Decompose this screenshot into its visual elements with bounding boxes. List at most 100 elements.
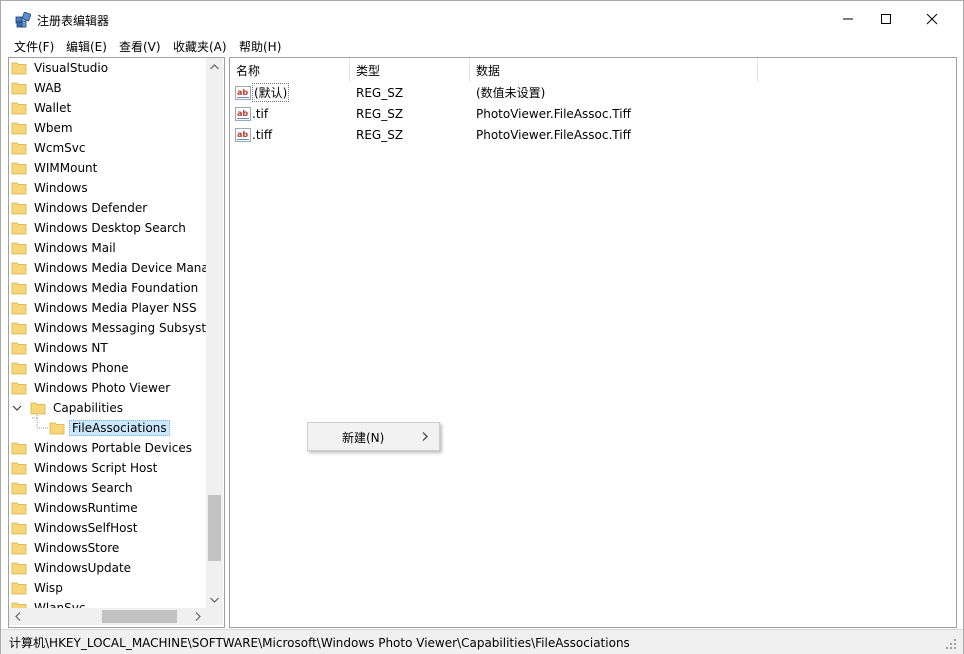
folder-open-icon (49, 422, 65, 435)
tree-item-windows-script-host[interactable]: Windows Script Host (11, 458, 206, 478)
folder-icon (11, 382, 27, 395)
menu-view[interactable]: 查看(V) (119, 38, 161, 55)
tree-item-label: Windows Defender (34, 201, 148, 215)
chevron-down-icon[interactable] (12, 403, 22, 413)
column-header-type[interactable]: 类型 (350, 58, 470, 82)
tree-item-windows[interactable]: Windows (11, 178, 206, 198)
tree-item-fileassociations[interactable]: FileAssociations (49, 418, 206, 438)
tree-item-label: Windows (34, 181, 88, 195)
scroll-down-arrow-icon[interactable] (206, 591, 223, 608)
tree-item-windows-nt[interactable]: Windows NT (11, 338, 206, 358)
tree-item-label: Windows Photo Viewer (34, 381, 171, 395)
minimize-icon (843, 18, 853, 19)
tree-item-label: WlanSvc (34, 601, 86, 608)
context-menu-new[interactable]: 新建(N) (342, 429, 384, 446)
tree-item-windows-messaging-subsystem[interactable]: Windows Messaging Subsystem (11, 318, 206, 338)
tree-item-wallet[interactable]: Wallet (11, 98, 206, 118)
tree-vertical-scrollbar[interactable] (206, 58, 223, 608)
tree-item-windows-mail[interactable]: Windows Mail (11, 238, 206, 258)
menu-file[interactable]: 文件(F) (14, 38, 54, 55)
menu-help[interactable]: 帮助(H) (239, 38, 281, 55)
tree-item-wlansvc[interactable]: WlanSvc (11, 598, 206, 608)
status-path: 计算机\HKEY_LOCAL_MACHINE\SOFTWARE\Microsof… (9, 636, 630, 650)
tree-item-label: WindowsStore (34, 541, 120, 555)
tree-item-windows-defender[interactable]: Windows Defender (11, 198, 206, 218)
tree-item-label: Capabilities (53, 401, 123, 415)
maximize-icon (881, 13, 891, 24)
tree-item-wbem[interactable]: Wbem (11, 118, 206, 138)
close-button[interactable] (909, 1, 955, 36)
tree-horizontal-scrollbar[interactable] (9, 608, 206, 625)
tree-item-label: Windows Script Host (34, 461, 158, 475)
folder-icon (11, 162, 27, 175)
column-header-label: 类型 (356, 63, 381, 78)
value-type-cell: REG_SZ (356, 127, 404, 142)
tree-item-label: Wbem (34, 121, 73, 135)
vertical-scroll-thumb[interactable] (208, 495, 221, 561)
resize-grip-icon[interactable] (945, 638, 957, 650)
string-value-icon: ab (235, 106, 251, 121)
folder-icon (11, 362, 27, 375)
column-header-data[interactable]: 数据 (470, 58, 758, 82)
registry-editor-window: 注册表编辑器 文件(F) 编辑(E) 查看(V) 收藏夹(A) 帮助(H) Vi… (0, 0, 964, 654)
context-menu: 新建(N) (307, 422, 440, 451)
folder-icon (11, 302, 27, 315)
scroll-right-arrow-icon[interactable] (189, 608, 206, 625)
tree-item-windows-search[interactable]: Windows Search (11, 478, 206, 498)
tree-item-wab[interactable]: WAB (11, 78, 206, 98)
tree-item-windowsupdate[interactable]: WindowsUpdate (11, 558, 206, 578)
tree-item-windows-media-player-nss[interactable]: Windows Media Player NSS (11, 298, 206, 318)
close-icon (926, 13, 938, 24)
tree-item-capabilities[interactable]: Capabilities (30, 398, 206, 418)
folder-icon (11, 342, 27, 355)
menu-bar: 文件(F) 编辑(E) 查看(V) 收藏夹(A) 帮助(H) (1, 36, 963, 56)
tree-item-windows-media-foundation[interactable]: Windows Media Foundation (11, 278, 206, 298)
folder-icon (30, 402, 46, 415)
column-header-name[interactable]: 名称 (230, 58, 350, 82)
tree-item-label: FileAssociations (69, 420, 170, 436)
registry-values-list[interactable]: 名称 类型 数据 ab (默认) REG_SZ (数值未设置) ab .tif … (229, 57, 957, 628)
value-row[interactable]: ab .tif REG_SZ PhotoViewer.FileAssoc.Tif… (230, 103, 956, 124)
tree-item-windowsruntime[interactable]: WindowsRuntime (11, 498, 206, 518)
submenu-arrow-icon (422, 432, 428, 441)
tree-item-windows-portable-devices[interactable]: Windows Portable Devices (11, 438, 206, 458)
tree-item-visualstudio[interactable]: VisualStudio (11, 58, 206, 78)
string-value-icon: ab (235, 85, 251, 100)
tree-item-wisp[interactable]: Wisp (11, 578, 206, 598)
tree-item-label: Windows Phone (34, 361, 129, 375)
tree-item-windowsselfhost[interactable]: WindowsSelfHost (11, 518, 206, 538)
tree-item-wcmsvc[interactable]: WcmSvc (11, 138, 206, 158)
title-bar[interactable]: 注册表编辑器 (1, 1, 963, 36)
tree-item-label: Windows Desktop Search (34, 221, 186, 235)
string-value-icon: ab (235, 127, 251, 142)
tree-item-label: Windows Media Foundation (34, 281, 199, 295)
value-type-cell: REG_SZ (356, 85, 404, 100)
tree-item-windows-phone[interactable]: Windows Phone (11, 358, 206, 378)
scroll-up-arrow-icon[interactable] (206, 58, 223, 75)
tree-item-label: Windows Mail (34, 241, 116, 255)
folder-icon (11, 262, 27, 275)
horizontal-scroll-thumb[interactable] (102, 610, 177, 623)
value-type-cell: REG_SZ (356, 106, 404, 121)
tree-item-windows-desktop-search[interactable]: Windows Desktop Search (11, 218, 206, 238)
value-row[interactable]: ab (默认) REG_SZ (数值未设置) (230, 82, 956, 103)
scroll-left-arrow-icon[interactable] (9, 608, 26, 625)
tree-item-windows-photo-viewer[interactable]: Windows Photo Viewer (11, 378, 206, 398)
status-bar: 计算机\HKEY_LOCAL_MACHINE\SOFTWARE\Microsof… (1, 629, 963, 654)
value-name-cell: ab .tiff (235, 124, 272, 145)
value-name: .tif (252, 106, 269, 121)
value-name: (默认) (252, 83, 290, 102)
tree-item-label: Windows Portable Devices (34, 441, 192, 455)
menu-edit[interactable]: 编辑(E) (66, 38, 107, 55)
tree-item-windows-media-device-manager[interactable]: Windows Media Device Manager (11, 258, 206, 278)
registry-key-tree[interactable]: VisualStudio WAB Wallet Wbem WcmSvc WIMM… (8, 57, 225, 628)
tree-item-label: WcmSvc (34, 141, 86, 155)
menu-favorites[interactable]: 收藏夹(A) (173, 38, 227, 55)
tree-item-windowsstore[interactable]: WindowsStore (11, 538, 206, 558)
scrollbar-corner (206, 608, 223, 625)
value-name-cell: ab (默认) (235, 82, 290, 103)
folder-icon (11, 82, 27, 95)
value-row[interactable]: ab .tiff REG_SZ PhotoViewer.FileAssoc.Ti… (230, 124, 956, 145)
maximize-button[interactable] (863, 1, 909, 36)
tree-item-wimmount[interactable]: WIMMount (11, 158, 206, 178)
